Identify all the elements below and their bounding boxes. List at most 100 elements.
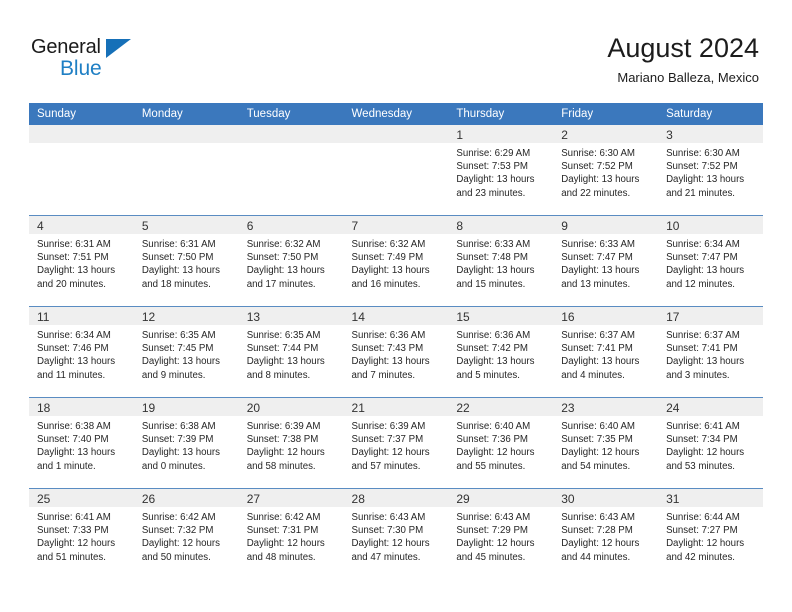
daylight-text: and 55 minutes. <box>456 460 526 472</box>
day-number: 29 <box>456 492 470 506</box>
calendar-empty-cell <box>133 125 239 216</box>
day-cell-inner: 13 Sunrise: 6:35 AM Sunset: 7:44 PM Dayligh… <box>238 307 344 397</box>
day-number-band: 21 <box>343 398 449 416</box>
calendar-day-cell[interactable]: 21 Sunrise: 6:39 AM Sunset: 7:37 PM Dayligh… <box>343 397 449 489</box>
calendar-grid: Sunday Monday Tuesday Wednesday Thursday Frid… <box>29 103 763 579</box>
daylight-text: and 18 minutes. <box>141 278 211 290</box>
sunrise-text: Sunrise: 6:33 AM <box>561 239 635 250</box>
calendar-day-cell[interactable]: 6 Sunrise: 6:32 AM Sunset: 7:50 PM Daylight… <box>238 215 344 307</box>
calendar-day-cell[interactable]: 24 Sunrise: 6:41 AM Sunset: 7:34 PM Dayligh… <box>658 397 763 489</box>
calendar-day-cell[interactable]: 3 Sunrise: 6:30 AM Sunset: 7:52 PM Daylight… <box>658 125 763 216</box>
day-number: 23 <box>561 401 575 415</box>
day-cell-details: Sunrise: 6:39 AM Sunset: 7:37 PM Daylight:… <box>344 416 449 473</box>
general-blue-logo[interactable]: General Blue <box>31 36 151 82</box>
day-number-band: 2 <box>553 125 659 143</box>
day-number-band: 23 <box>553 398 659 416</box>
sunset-text: Sunset: 7:30 PM <box>351 525 424 537</box>
day-number: 20 <box>246 401 261 415</box>
day-cell-details: Sunrise: 6:35 AM Sunset: 7:45 PM Daylight:… <box>134 325 239 382</box>
sunrise-text: Sunrise: 6:40 AM <box>456 421 531 432</box>
day-number: 10 <box>666 219 680 233</box>
day-cell-details: Sunrise: 6:30 AM Sunset: 7:52 PM Daylight:… <box>553 143 658 200</box>
daylight-text: and 5 minutes. <box>456 369 520 381</box>
calendar-day-cell[interactable]: 25 Sunrise: 6:41 AM Sunset: 7:33 PM Dayligh… <box>29 488 134 579</box>
day-cell-details: Sunrise: 6:30 AM Sunset: 7:52 PM Daylight:… <box>658 143 763 200</box>
daylight-text: Daylight: 13 hours <box>666 265 745 277</box>
logo-triangle-icon <box>106 39 131 58</box>
day-cell-details: Sunrise: 6:37 AM Sunset: 7:41 PM Daylight:… <box>658 325 763 382</box>
day-number: 6 <box>246 219 254 233</box>
calendar-day-cell[interactable]: 1 Sunrise: 6:29 AM Sunset: 7:53 PM Daylight… <box>448 125 554 216</box>
daylight-text: Daylight: 12 hours <box>456 538 535 550</box>
sunset-text: Sunset: 7:39 PM <box>141 434 214 446</box>
daylight-text: and 47 minutes. <box>351 551 421 563</box>
sunrise-text: Sunrise: 6:37 AM <box>561 330 635 341</box>
calendar-day-cell[interactable]: 31 Sunrise: 6:44 AM Sunset: 7:27 PM Dayligh… <box>658 488 763 579</box>
sunset-text: Sunset: 7:40 PM <box>37 434 109 446</box>
day-cell-details: Sunrise: 6:36 AM Sunset: 7:42 PM Daylight:… <box>448 325 553 382</box>
calendar-day-cell[interactable]: 15 Sunrise: 6:36 AM Sunset: 7:42 PM Dayligh… <box>448 306 554 398</box>
calendar-day-cell[interactable]: 14 Sunrise: 6:36 AM Sunset: 7:43 PM Dayligh… <box>343 306 449 398</box>
calendar-day-cell[interactable]: 12 Sunrise: 6:35 AM Sunset: 7:45 PM Dayligh… <box>133 306 239 398</box>
calendar-day-cell[interactable]: 17 Sunrise: 6:37 AM Sunset: 7:41 PM Dayligh… <box>658 306 763 398</box>
day-number-band: 4 <box>29 216 134 234</box>
calendar-week-row: 25 Sunrise: 6:41 AM Sunset: 7:33 PM Dayligh… <box>29 488 763 579</box>
sunrise-text: Sunrise: 6:31 AM <box>141 239 216 250</box>
day-number-band: 28 <box>343 489 449 507</box>
calendar-day-cell[interactable]: 11 Sunrise: 6:34 AM Sunset: 7:46 PM Dayligh… <box>29 306 134 398</box>
sunset-text: Sunset: 7:46 PM <box>37 343 109 355</box>
calendar-day-cell[interactable]: 13 Sunrise: 6:35 AM Sunset: 7:44 PM Dayligh… <box>238 306 344 398</box>
logo-text-general: General <box>31 36 101 58</box>
daylight-text: and 48 minutes. <box>246 551 316 563</box>
calendar-day-cell[interactable]: 19 Sunrise: 6:38 AM Sunset: 7:39 PM Dayligh… <box>133 397 239 489</box>
calendar-day-cell[interactable]: 29 Sunrise: 6:43 AM Sunset: 7:29 PM Dayligh… <box>448 488 554 579</box>
sunrise-text: Sunrise: 6:36 AM <box>351 330 426 341</box>
daylight-text: Daylight: 13 hours <box>351 356 430 368</box>
calendar-day-cell[interactable]: 8 Sunrise: 6:33 AM Sunset: 7:48 PM Daylight… <box>448 215 554 307</box>
calendar-day-cell[interactable]: 22 Sunrise: 6:40 AM Sunset: 7:36 PM Dayligh… <box>448 397 554 489</box>
calendar-day-cell[interactable]: 7 Sunrise: 6:32 AM Sunset: 7:49 PM Daylight… <box>343 215 449 307</box>
calendar-day-cell[interactable]: 27 Sunrise: 6:42 AM Sunset: 7:31 PM Dayligh… <box>238 488 344 579</box>
daylight-text: Daylight: 12 hours <box>456 447 535 459</box>
day-number-band: 22 <box>448 398 554 416</box>
day-cell-details: Sunrise: 6:37 AM Sunset: 7:41 PM Daylight:… <box>553 325 658 382</box>
sunrise-text: Sunrise: 6:37 AM <box>666 330 740 341</box>
calendar-day-cell[interactable]: 10 Sunrise: 6:34 AM Sunset: 7:47 PM Dayligh… <box>658 215 763 307</box>
calendar-day-cell[interactable]: 9 Sunrise: 6:33 AM Sunset: 7:47 PM Daylight… <box>553 215 659 307</box>
calendar-day-cell[interactable]: 20 Sunrise: 6:39 AM Sunset: 7:38 PM Dayligh… <box>238 397 344 489</box>
sunset-text: Sunset: 7:36 PM <box>456 434 528 446</box>
daylight-text: Daylight: 12 hours <box>37 538 116 550</box>
daylight-text: and 22 minutes. <box>561 187 631 199</box>
calendar-day-cell[interactable]: 5 Sunrise: 6:31 AM Sunset: 7:50 PM Daylight… <box>133 215 239 307</box>
day-number-band: 3 <box>658 125 763 143</box>
calendar-day-cell[interactable]: 30 Sunrise: 6:43 AM Sunset: 7:28 PM Dayligh… <box>553 488 659 579</box>
sunrise-text: Sunrise: 6:40 AM <box>561 421 635 432</box>
daylight-text: and 50 minutes. <box>141 551 211 563</box>
calendar-day-cell[interactable]: 18 Sunrise: 6:38 AM Sunset: 7:40 PM Dayligh… <box>29 397 134 489</box>
day-cell-details: Sunrise: 6:34 AM Sunset: 7:47 PM Daylight:… <box>658 234 763 291</box>
sunset-text: Sunset: 7:33 PM <box>37 525 109 537</box>
day-number-band: 1 <box>448 125 554 143</box>
day-number-band: 25 <box>29 489 134 507</box>
day-cell-details <box>29 143 134 147</box>
sunset-text: Sunset: 7:52 PM <box>666 161 738 173</box>
daylight-text: Daylight: 12 hours <box>666 538 745 550</box>
daylight-text: Daylight: 13 hours <box>246 265 325 277</box>
calendar-day-cell[interactable]: 16 Sunrise: 6:37 AM Sunset: 7:41 PM Dayligh… <box>553 306 659 398</box>
day-cell-details: Sunrise: 6:40 AM Sunset: 7:36 PM Daylight:… <box>448 416 553 473</box>
day-cell-inner <box>238 125 344 215</box>
page-subtitle: Mariano Balleza, Mexico <box>617 70 759 85</box>
day-cell-inner: 27 Sunrise: 6:42 AM Sunset: 7:31 PM Dayligh… <box>238 489 344 579</box>
daylight-text: Daylight: 13 hours <box>37 265 116 277</box>
calendar-day-cell[interactable]: 2 Sunrise: 6:30 AM Sunset: 7:52 PM Daylight… <box>553 125 659 216</box>
calendar-day-cell[interactable]: 4 Sunrise: 6:31 AM Sunset: 7:51 PM Daylight… <box>29 215 134 307</box>
daylight-text: and 23 minutes. <box>456 187 526 199</box>
day-cell-inner: 20 Sunrise: 6:39 AM Sunset: 7:38 PM Dayligh… <box>238 398 344 488</box>
day-number: 26 <box>141 492 156 506</box>
daylight-text: Daylight: 13 hours <box>456 174 535 186</box>
calendar-day-cell[interactable]: 23 Sunrise: 6:40 AM Sunset: 7:35 PM Dayligh… <box>553 397 659 489</box>
calendar-day-cell[interactable]: 26 Sunrise: 6:42 AM Sunset: 7:32 PM Dayligh… <box>133 488 239 579</box>
daylight-text: and 20 minutes. <box>37 278 106 290</box>
calendar-day-cell[interactable]: 28 Sunrise: 6:43 AM Sunset: 7:30 PM Dayligh… <box>343 488 449 579</box>
day-cell-inner: 19 Sunrise: 6:38 AM Sunset: 7:39 PM Dayligh… <box>133 398 239 488</box>
